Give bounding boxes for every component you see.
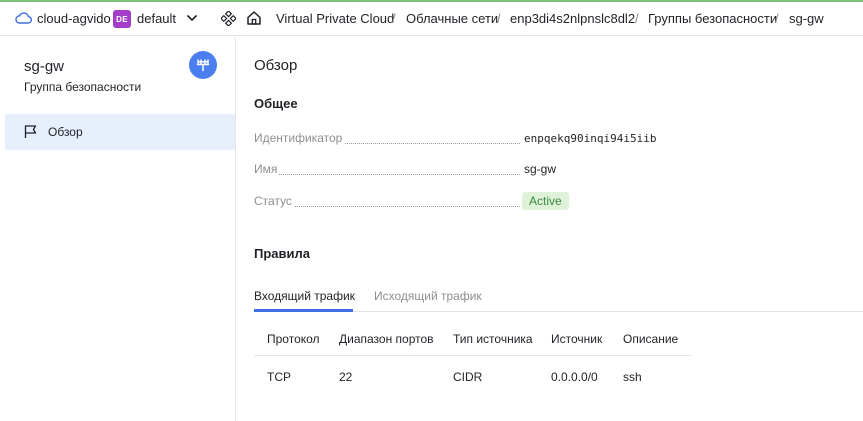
breadcrumb-separator: / [497, 11, 501, 26]
property-row-name: Имя sg-gw [254, 162, 754, 180]
main-content: Обзор Общее Идентификатор enpqekq90inqi9… [236, 37, 863, 421]
breadcrumb-current: sg-gw [789, 11, 824, 26]
tab-egress[interactable]: Исходящий трафик [374, 289, 482, 303]
column-header-source-type[interactable]: Тип источника [453, 332, 533, 346]
active-tab-indicator [254, 309, 353, 312]
cell-source: 0.0.0.0/0 [551, 370, 598, 384]
cell-protocol: TCP [267, 370, 291, 384]
breadcrumb-networks[interactable]: Облачные сети [406, 11, 498, 26]
column-header-description[interactable]: Описание [623, 332, 678, 346]
home-icon[interactable] [246, 10, 262, 26]
top-header: cloud-agvido DE default Virtual Private … [0, 2, 863, 36]
column-header-source[interactable]: Источник [551, 332, 602, 346]
sidebar-item-overview[interactable]: Обзор [5, 114, 235, 150]
section-heading-rules: Правила [254, 246, 310, 261]
sidebar: sg-gw Группа безопасности Обзор [5, 37, 236, 421]
cell-port-range: 22 [339, 370, 353, 384]
security-group-icon [196, 59, 210, 72]
property-key: Имя [254, 162, 280, 176]
table-header-divider [254, 355, 692, 356]
breadcrumb-separator: / [635, 11, 639, 26]
property-value-name: sg-gw [524, 162, 557, 176]
resource-type: Группа безопасности [24, 80, 142, 94]
folder-badge[interactable]: DE [113, 10, 131, 28]
dotted-leader [254, 174, 520, 175]
tab-ingress[interactable]: Входящий трафик [254, 289, 355, 303]
property-key: Идентификатор [254, 131, 345, 145]
column-header-protocol[interactable]: Протокол [267, 332, 320, 346]
breadcrumb-security-groups[interactable]: Группы безопасности [648, 11, 777, 26]
breadcrumb-separator: / [392, 11, 396, 26]
property-key: Статус [254, 194, 294, 208]
status-badge: Active [522, 192, 569, 210]
services-icon[interactable] [221, 11, 236, 26]
section-heading-general: Общее [254, 96, 298, 111]
cell-description: ssh [623, 370, 642, 384]
sidebar-item-label: Обзор [48, 125, 83, 139]
page-title: Обзор [254, 57, 298, 74]
cloud-icon[interactable] [15, 11, 32, 24]
breadcrumb-vpc[interactable]: Virtual Private Cloud [276, 11, 394, 26]
traffic-tabs: Входящий трафик Исходящий трафик [254, 285, 863, 312]
column-header-port-range[interactable]: Диапазон портов [339, 332, 434, 346]
breadcrumb-separator: / [775, 11, 779, 26]
folder-selector[interactable]: default [137, 11, 176, 26]
security-group-avatar [189, 51, 217, 79]
property-value-id: enpqekq90inqi94i5iib [524, 132, 657, 145]
property-row-status: Статус Active [254, 192, 754, 212]
chevron-down-icon[interactable] [186, 13, 198, 23]
property-row-id: Идентификатор enpqekq90inqi94i5iib [254, 131, 754, 149]
cell-source-type: CIDR [453, 370, 483, 384]
resource-title: sg-gw [24, 58, 65, 75]
cloud-selector[interactable]: cloud-agvido [37, 11, 111, 26]
flag-icon [24, 125, 37, 138]
breadcrumb-network-id[interactable]: enp3di4s2nlpnslc8dl2 [510, 11, 635, 26]
